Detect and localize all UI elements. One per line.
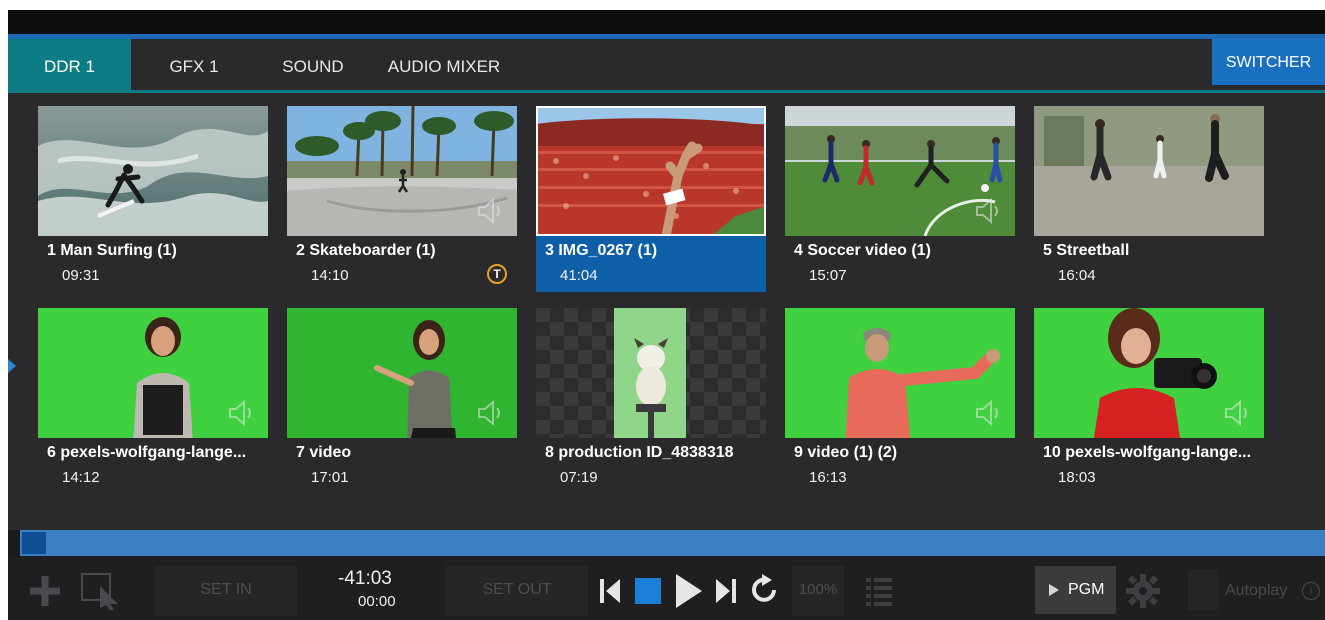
clip-tile-5[interactable]: 5 Streetball 16:04 bbox=[1034, 106, 1264, 292]
stop-icon[interactable] bbox=[634, 577, 662, 605]
clip-tile-6[interactable]: 6 pexels-wolfgang-lange... 14:12 bbox=[38, 308, 268, 494]
clip-caption: 10 pexels-wolfgang-lange... 18:03 bbox=[1034, 438, 1264, 494]
clip-duration: 15:07 bbox=[809, 267, 847, 284]
clip-duration: 16:13 bbox=[809, 469, 847, 486]
media-bin: 1 Man Surfing (1) 09:31 2 Skateboarder (… bbox=[8, 93, 1325, 530]
clip-duration: 07:19 bbox=[560, 469, 598, 486]
clip-thumbnail bbox=[38, 308, 268, 438]
clip-title: 1 Man Surfing (1) bbox=[47, 242, 177, 259]
time-remaining: -41:03 bbox=[338, 568, 392, 589]
clip-thumbnail bbox=[1034, 106, 1264, 236]
tab-sound[interactable]: SOUND bbox=[263, 39, 363, 90]
clip-title: 3 IMG_0267 (1) bbox=[545, 242, 658, 259]
clip-tile-8[interactable]: 8 production ID_4838318 07:19 bbox=[536, 308, 766, 494]
clip-duration: 18:03 bbox=[1058, 469, 1096, 486]
side-expand-marker[interactable] bbox=[8, 359, 16, 373]
clip-duration: 14:12 bbox=[62, 469, 100, 486]
clip-tile-2[interactable]: 2 Skateboarder (1) 14:10 T bbox=[287, 106, 517, 292]
scrub-handle[interactable] bbox=[22, 532, 46, 554]
select-icon[interactable] bbox=[80, 572, 122, 610]
tab-ddr1[interactable]: DDR 1 bbox=[8, 39, 131, 90]
clip-caption: 8 production ID_4838318 07:19 bbox=[536, 438, 766, 494]
clip-caption: 5 Streetball 16:04 bbox=[1034, 236, 1264, 292]
clip-caption: 7 video 17:01 bbox=[287, 438, 517, 494]
info-icon[interactable]: i bbox=[1302, 582, 1320, 600]
clip-title: 8 production ID_4838318 bbox=[545, 444, 734, 461]
clip-title: 2 Skateboarder (1) bbox=[296, 242, 436, 259]
audio-icon bbox=[478, 399, 500, 427]
clip-duration: 09:31 bbox=[62, 267, 100, 284]
audio-icon bbox=[976, 399, 998, 427]
skip-forward-icon[interactable] bbox=[714, 577, 738, 605]
clip-thumbnail bbox=[1034, 308, 1264, 438]
clip-title: 5 Streetball bbox=[1043, 242, 1130, 259]
clip-thumbnail bbox=[536, 106, 766, 236]
play-icon[interactable] bbox=[674, 572, 704, 610]
pgm-label: PGM bbox=[1068, 581, 1105, 598]
clip-caption: 3 IMG_0267 (1) 41:04 bbox=[536, 236, 766, 292]
autoplay-label: Autoplay bbox=[1225, 582, 1288, 599]
clip-tile-3[interactable]: 3 IMG_0267 (1) 41:04 bbox=[536, 106, 766, 292]
clip-caption: 1 Man Surfing (1) 09:31 bbox=[38, 236, 268, 292]
clip-duration: 14:10 bbox=[311, 267, 349, 284]
tab-audio-mixer[interactable]: AUDIO MIXER bbox=[380, 39, 508, 90]
clip-thumbnail bbox=[38, 106, 268, 236]
clip-thumbnail bbox=[287, 308, 517, 438]
audio-icon bbox=[1225, 399, 1247, 427]
clip-thumbnail bbox=[536, 308, 766, 438]
clip-duration: 17:01 bbox=[311, 469, 349, 486]
clip-caption: 6 pexels-wolfgang-lange... 14:12 bbox=[38, 438, 268, 494]
playlist-icon[interactable] bbox=[864, 576, 896, 606]
autoplay-checkbox[interactable] bbox=[1188, 570, 1218, 610]
pgm-button[interactable]: PGM bbox=[1035, 566, 1116, 614]
clip-title: 10 pexels-wolfgang-lange... bbox=[1043, 444, 1252, 461]
play-small-icon bbox=[1049, 584, 1059, 596]
clip-duration: 16:04 bbox=[1058, 267, 1096, 284]
clip-tile-10[interactable]: 10 pexels-wolfgang-lange... 18:03 bbox=[1034, 308, 1264, 494]
clip-title: 7 video bbox=[296, 444, 352, 461]
audio-icon bbox=[229, 399, 251, 427]
switcher-button[interactable]: SWITCHER bbox=[1212, 39, 1325, 85]
set-out-button[interactable]: SET OUT bbox=[446, 566, 588, 616]
clip-thumbnail bbox=[287, 106, 517, 236]
clip-tile-7[interactable]: 7 video 17:01 bbox=[287, 308, 517, 494]
clip-tile-9[interactable]: 9 video (1) (2) 16:13 bbox=[785, 308, 1015, 494]
scrub-bar[interactable] bbox=[20, 530, 1325, 556]
gear-icon[interactable] bbox=[1126, 574, 1160, 608]
speed-value[interactable]: 100% bbox=[792, 566, 844, 616]
clip-caption: 9 video (1) (2) 16:13 bbox=[785, 438, 1015, 494]
clip-thumbnail bbox=[785, 308, 1015, 438]
clip-tile-1[interactable]: 1 Man Surfing (1) 09:31 bbox=[38, 106, 268, 292]
tab-bar: DDR 1 GFX 1 SOUND AUDIO MIXER bbox=[8, 39, 1325, 93]
clip-title: 9 video (1) (2) bbox=[794, 444, 898, 461]
clip-title: 6 pexels-wolfgang-lange... bbox=[47, 444, 247, 461]
clip-tile-4[interactable]: 4 Soccer video (1) 15:07 bbox=[785, 106, 1015, 292]
tab-gfx1[interactable]: GFX 1 bbox=[138, 39, 250, 90]
clip-caption: 2 Skateboarder (1) 14:10 bbox=[287, 236, 517, 292]
title-strip bbox=[8, 10, 1325, 34]
add-icon[interactable] bbox=[28, 574, 62, 608]
audio-icon bbox=[478, 197, 500, 225]
transport-toolbar: SET IN -41:03 00:00 SET OUT 100% PGM Aut… bbox=[8, 556, 1325, 620]
clip-caption: 4 Soccer video (1) 15:07 bbox=[785, 236, 1015, 292]
time-elapsed: 00:00 bbox=[358, 593, 396, 610]
clip-duration: 41:04 bbox=[560, 267, 598, 284]
ddr-panel: DDR 1 GFX 1 SOUND AUDIO MIXER SWITCHER 1… bbox=[8, 10, 1325, 620]
audio-icon bbox=[976, 197, 998, 225]
transition-badge: T bbox=[487, 264, 507, 284]
loop-icon[interactable] bbox=[750, 574, 780, 606]
set-in-button[interactable]: SET IN bbox=[155, 566, 297, 616]
clip-thumbnail bbox=[785, 106, 1015, 236]
skip-back-icon[interactable] bbox=[598, 577, 622, 605]
clip-title: 4 Soccer video (1) bbox=[794, 242, 931, 259]
